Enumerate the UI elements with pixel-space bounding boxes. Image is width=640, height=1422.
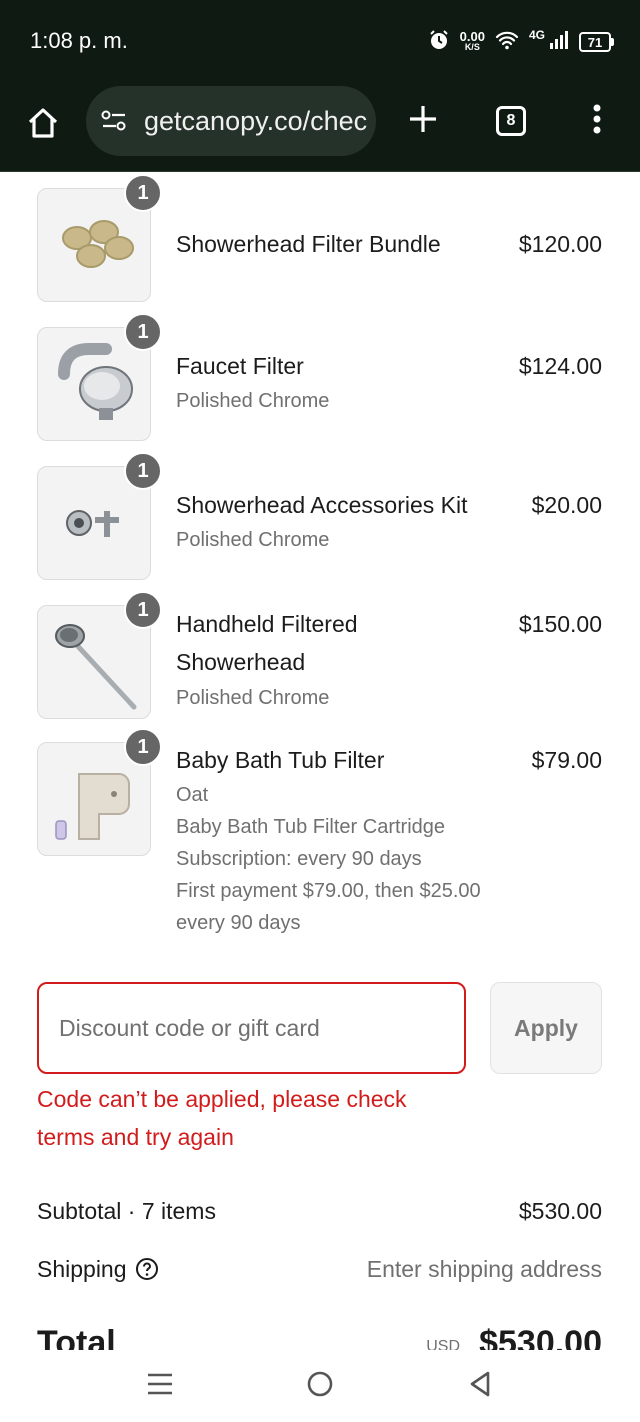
item-price: $20.00 (531, 492, 602, 518)
item-payment-schedule-cont: every 90 days (176, 912, 301, 934)
item-name: Showerhead Accessories Kit (176, 492, 468, 518)
home-nav-button[interactable] (300, 1366, 340, 1406)
item-name-line2: Showerhead (176, 649, 306, 675)
recent-apps-icon (147, 1372, 173, 1401)
quantity-badge: 1 (124, 313, 162, 351)
discount-error-line2: terms and try again (37, 1124, 234, 1150)
quantity-badge: 1 (124, 591, 162, 629)
tabs-button[interactable]: 8 (488, 98, 534, 144)
help-icon[interactable] (135, 1257, 159, 1281)
more-menu-icon (592, 104, 602, 139)
item-variant: Polished Chrome (176, 529, 330, 551)
system-nav-bar (0, 1350, 640, 1422)
battery-icon: 71 (579, 32, 614, 52)
quantity-badge: 1 (124, 728, 162, 766)
url-bar[interactable]: getcanopy.co/checkout (86, 86, 376, 156)
more-menu-button[interactable] (574, 98, 620, 144)
checkout-content: 1 Showerhead Filter Bundle $120.00 1 Fau… (0, 172, 640, 1350)
back-button[interactable] (460, 1366, 500, 1406)
item-variant: Polished Chrome (176, 687, 330, 709)
item-addon: Baby Bath Tub Filter Cartridge (176, 816, 446, 838)
item-price: $79.00 (531, 747, 602, 773)
quantity-badge: 1 (124, 174, 162, 212)
total-row: Total USD $530.00 (37, 1324, 602, 1350)
quantity-badge: 1 (124, 452, 162, 490)
back-icon (468, 1370, 492, 1403)
home-circle-icon (306, 1370, 334, 1403)
alarm-icon (428, 29, 450, 56)
shipping-label-group: Shipping (37, 1251, 159, 1287)
total-value: $530.00 (479, 1324, 602, 1350)
site-settings-icon[interactable] (100, 107, 128, 135)
status-bar: 1:08 p. m. 0.00 K/S 4G 71 (0, 0, 640, 86)
new-tab-icon (407, 103, 439, 140)
wifi-icon (495, 30, 519, 55)
home-icon (25, 105, 61, 146)
discount-error-line1: Code can’t be applied, please check (37, 1086, 407, 1112)
tabs-icon: 8 (496, 106, 526, 136)
url-text[interactable]: getcanopy.co/checkout (144, 106, 368, 137)
total-label: Total (37, 1324, 116, 1350)
net-speed: 0.00 K/S (459, 29, 485, 52)
recent-apps-button[interactable] (140, 1366, 180, 1406)
item-price: $124.00 (518, 353, 602, 379)
new-tab-button[interactable] (400, 98, 446, 144)
discount-field[interactable] (37, 982, 466, 1074)
item-price: $150.00 (518, 611, 602, 637)
status-time: 1:08 p. m. (30, 28, 128, 53)
status-icons: 0.00 K/S 4G 71 (428, 26, 614, 58)
discount-error: Code can’t be applied, please check term… (37, 1080, 477, 1156)
item-variant: Polished Chrome (176, 390, 330, 412)
network-type: 4G (528, 28, 545, 42)
item-price: $120.00 (518, 231, 602, 257)
shipping-label: Shipping (37, 1256, 127, 1282)
subtotal-value: $530.00 (518, 1198, 602, 1224)
net-speed-unit: K/S (464, 42, 480, 52)
item-subscription: Subscription: every 90 days (176, 848, 422, 870)
total-currency: USD (426, 1338, 460, 1350)
item-name: Baby Bath Tub Filter (176, 747, 385, 773)
item-name: Showerhead Filter Bundle (176, 231, 441, 257)
apply-button[interactable]: Apply (490, 982, 602, 1074)
battery-level: 71 (579, 32, 611, 52)
subtotal-label: Subtotal · 7 items (37, 1198, 216, 1224)
net-speed-value: 0.00 (459, 29, 485, 44)
item-name-line1: Handheld Filtered (176, 611, 358, 637)
browser-toolbar: getcanopy.co/checkout 8 (0, 86, 640, 172)
signal-icon (549, 30, 569, 55)
shipping-value: Enter shipping address (366, 1256, 602, 1282)
item-payment-schedule: First payment $79.00, then $25.00 (176, 880, 481, 902)
item-name: Faucet Filter (176, 353, 304, 379)
home-button[interactable] (20, 102, 66, 148)
item-variant: Oat (176, 784, 209, 806)
discount-input[interactable] (39, 984, 464, 1072)
